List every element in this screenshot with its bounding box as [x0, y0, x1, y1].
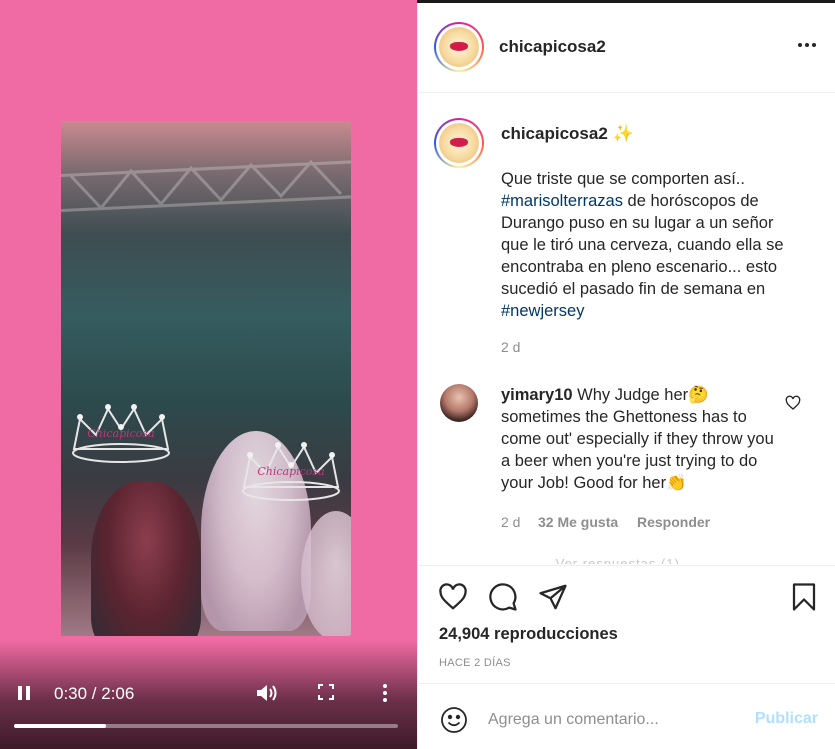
comment-time[interactable]: 2 d: [501, 514, 520, 530]
comment-text: yimary10 Why Judge her🤔 sometimes the Gh…: [501, 386, 774, 492]
video-progress-fill: [14, 724, 107, 728]
volume-icon[interactable]: [256, 683, 278, 703]
comments-section[interactable]: chicapicosa2 ✨ Que triste que se comport…: [418, 94, 835, 564]
hashtag-link[interactable]: #newjersey: [501, 302, 584, 320]
more-vertical-icon[interactable]: [381, 684, 389, 702]
bookmark-icon[interactable]: [789, 582, 819, 612]
video-progress-bar[interactable]: [14, 724, 398, 728]
avatar[interactable]: [440, 384, 478, 422]
instagram-post-modal: Chicapicosa Chicapicosa 0:30 / 2:06 chic…: [0, 0, 835, 749]
emoji-icon[interactable]: [440, 706, 468, 734]
more-horizontal-icon[interactable]: [798, 43, 816, 47]
header-username[interactable]: chicapicosa2: [499, 37, 606, 57]
performer-figure: [91, 481, 201, 636]
pause-icon[interactable]: [17, 685, 33, 701]
video-player[interactable]: Chicapicosa Chicapicosa 0:30 / 2:06: [0, 0, 417, 749]
comment-username[interactable]: yimary10: [501, 386, 573, 404]
reply-button[interactable]: Responder: [637, 514, 710, 530]
sparkles-icon: ✨: [612, 124, 634, 143]
caption-time[interactable]: 2 d: [501, 339, 520, 355]
publish-button[interactable]: Publicar: [755, 710, 818, 728]
view-count[interactable]: 24,904 reproducciones: [439, 625, 618, 644]
profile-picture: [439, 27, 479, 67]
post-actions: 24,904 reproducciones HACE 2 DÍAS: [418, 565, 835, 683]
share-icon[interactable]: [538, 582, 568, 612]
crown-watermark: Chicapicosa: [66, 401, 176, 471]
fullscreen-icon[interactable]: [318, 684, 334, 700]
video-time: 0:30 / 2:06: [54, 684, 135, 703]
like-icon[interactable]: [438, 582, 468, 612]
view-replies-link[interactable]: —— Ver respuestas (1): [523, 556, 680, 564]
caption-username[interactable]: chicapicosa2 ✨: [501, 124, 634, 144]
video-frame[interactable]: Chicapicosa Chicapicosa: [61, 121, 351, 636]
hashtag-link[interactable]: #marisolterrazas: [501, 192, 623, 210]
add-comment-bar: Publicar: [418, 683, 835, 749]
crown-watermark: Chicapicosa: [236, 439, 346, 509]
post-header: chicapicosa2: [418, 3, 835, 93]
comment-likes[interactable]: 32 Me gusta: [538, 514, 618, 530]
comment-input[interactable]: [488, 706, 738, 734]
avatar[interactable]: [434, 22, 484, 72]
post-sidebar: chicapicosa2 chicapicosa2 ✨ Que triste q…: [417, 3, 835, 749]
profile-picture: [439, 123, 479, 163]
avatar[interactable]: [434, 118, 484, 168]
like-comment-icon[interactable]: [785, 395, 801, 411]
comment-icon[interactable]: [488, 582, 518, 612]
stage-truss-graphic: [61, 159, 351, 213]
video-controls: 0:30 / 2:06: [0, 640, 417, 749]
post-time[interactable]: HACE 2 DÍAS: [439, 657, 511, 669]
caption-text: Que triste que se comporten así.. #maris…: [501, 170, 784, 320]
